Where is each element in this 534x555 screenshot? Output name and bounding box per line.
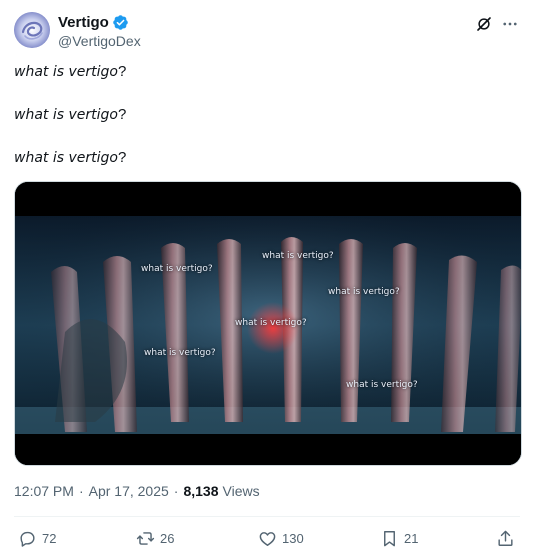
post-time[interactable]: 12:07 PM bbox=[14, 483, 74, 499]
verified-badge-icon[interactable] bbox=[112, 14, 129, 31]
meta-separator: · bbox=[78, 483, 84, 499]
video-caption: what is vertigo? bbox=[328, 287, 400, 297]
video-caption: what is vertigo? bbox=[262, 251, 334, 261]
post-line-plain: ? bbox=[117, 106, 127, 123]
post-header: Vertigo @VertigoDex bbox=[14, 12, 520, 52]
handle[interactable]: @VertigoDex bbox=[58, 33, 141, 49]
repost-icon bbox=[136, 531, 155, 545]
post-line: what is vertigo? bbox=[14, 146, 520, 170]
reply-icon bbox=[20, 531, 35, 547]
display-name[interactable]: Vertigo bbox=[58, 14, 109, 31]
post-line-italic: what is vertigo bbox=[14, 107, 118, 123]
views-label: Views bbox=[222, 483, 260, 499]
post-line-plain: ? bbox=[117, 63, 127, 80]
bookmark-button[interactable]: 21 bbox=[380, 527, 418, 549]
like-button[interactable]: 130 bbox=[258, 527, 304, 549]
video-caption: what is vertigo? bbox=[144, 348, 216, 358]
more-options-icon[interactable] bbox=[500, 14, 520, 34]
share-icon bbox=[498, 530, 513, 546]
meta-separator: · bbox=[173, 483, 179, 499]
reply-button[interactable]: 72 bbox=[18, 527, 56, 549]
repost-button[interactable]: 26 bbox=[136, 527, 174, 549]
author-names: Vertigo @VertigoDex bbox=[58, 13, 141, 50]
views-count[interactable]: 8,138 bbox=[183, 483, 218, 499]
post-date[interactable]: Apr 17, 2025 bbox=[89, 483, 169, 499]
post-line-italic: what is vertigo bbox=[14, 64, 118, 80]
post-line: what is vertigo? bbox=[14, 103, 520, 127]
post-line: what is vertigo? bbox=[14, 60, 520, 84]
grok-icon[interactable] bbox=[474, 14, 494, 34]
post-text: what is vertigo? what is vertigo? what i… bbox=[14, 60, 520, 189]
repost-count: 26 bbox=[160, 530, 175, 546]
avatar[interactable] bbox=[14, 12, 50, 48]
bookmark-count: 21 bbox=[404, 530, 419, 546]
divider bbox=[14, 516, 520, 517]
video-caption: what is vertigo? bbox=[346, 380, 418, 390]
reply-count: 72 bbox=[42, 530, 57, 546]
action-bar: 72 26 130 21 bbox=[14, 527, 520, 549]
post-line-plain: ? bbox=[117, 149, 127, 166]
vertigo-logo-icon bbox=[14, 12, 50, 48]
video-caption: what is vertigo? bbox=[235, 318, 307, 328]
like-count: 130 bbox=[282, 530, 304, 546]
post-line-italic: what is vertigo bbox=[14, 150, 118, 166]
share-button[interactable] bbox=[496, 527, 520, 549]
video-caption: what is vertigo? bbox=[141, 264, 213, 274]
post-meta: 12:07 PM · Apr 17, 2025 · 8,138 Views bbox=[14, 483, 260, 499]
post-media-video[interactable]: what is vertigo? what is vertigo? what i… bbox=[14, 181, 522, 466]
bookmark-icon bbox=[384, 530, 395, 546]
heart-icon bbox=[259, 531, 276, 546]
header-actions bbox=[474, 14, 520, 34]
